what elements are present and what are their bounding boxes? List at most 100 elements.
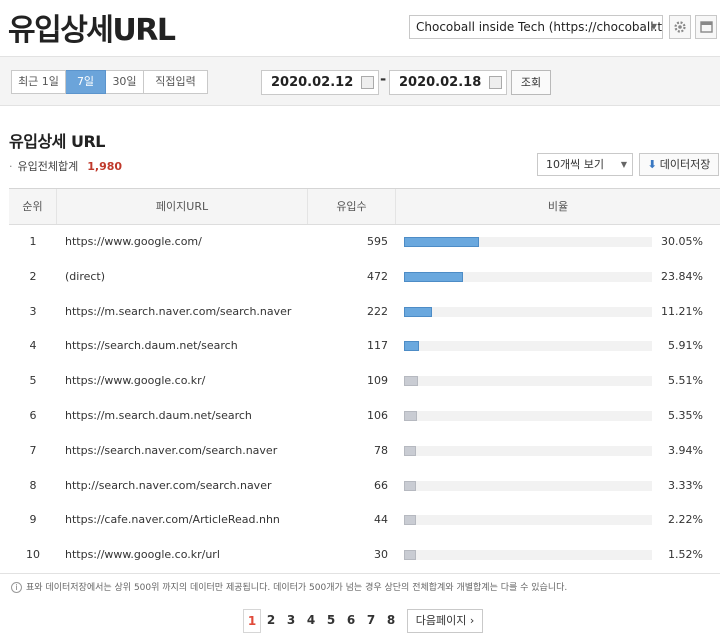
inflow-table: 순위 페이지URL 유입수 비율 1 https://www.google.com…: [9, 188, 720, 573]
ratio-cell: 11.21%: [396, 295, 720, 330]
ratio-bar-track: [404, 306, 652, 317]
chevron-down-icon: ▼: [650, 22, 657, 31]
ratio-value: 11.21%: [661, 304, 703, 318]
table-row: 3 https://m.search.naver.com/search.naver…: [9, 295, 720, 330]
ratio-bar: [404, 480, 416, 491]
url-cell: https://m.search.daum.net/search: [65, 408, 252, 422]
total-value: 1,980: [87, 160, 123, 173]
url-cell: (direct): [65, 269, 106, 283]
rank-cell: 2: [29, 269, 37, 283]
gear-icon: [674, 21, 686, 33]
count-cell: 117: [367, 339, 388, 353]
ratio-bar: [404, 445, 416, 456]
window-icon: [699, 21, 713, 33]
tab-custom[interactable]: 직접입력: [144, 70, 208, 94]
page-number-8[interactable]: 8: [381, 609, 401, 633]
page-number-5[interactable]: 5: [321, 609, 341, 633]
rank-cell: 10: [26, 548, 40, 562]
column-header-count: 유입수: [308, 189, 396, 224]
ratio-bar: [404, 271, 464, 282]
calendar-icon[interactable]: [489, 76, 502, 89]
end-date-field[interactable]: 2020.02.18: [389, 70, 507, 95]
info-icon: i: [11, 582, 22, 593]
notice-text: 표와 데이터저장에서는 상위 500위 까지의 데이터만 제공됩니다. 데이터가…: [26, 583, 568, 593]
page-number-3[interactable]: 3: [281, 609, 301, 633]
download-label: 데이터저장: [659, 158, 711, 171]
total-label: 유입전체합계: [17, 160, 79, 173]
ratio-cell: 1.52%: [396, 538, 720, 573]
page-number-4[interactable]: 4: [301, 609, 321, 633]
url-cell: https://www.google.com/: [65, 235, 202, 248]
tab-1day[interactable]: 최근 1일: [11, 70, 66, 94]
site-select[interactable]: Chocoball inside Tech (https://chocoball…: [409, 15, 663, 39]
ratio-value: 5.35%: [668, 408, 703, 422]
ratio-bar-track: [404, 515, 652, 526]
ratio-bar: [404, 306, 432, 317]
column-header-ratio: 비율: [547, 200, 569, 213]
rank-cell: 6: [29, 408, 37, 422]
ratio-value: 3.94%: [668, 443, 703, 457]
tab-30days[interactable]: 30일: [106, 70, 144, 94]
url-cell: https://www.google.co.kr/url: [65, 548, 220, 562]
calendar-icon[interactable]: [361, 76, 374, 89]
table-row: 2 (direct) 472 23.84%: [9, 260, 720, 295]
download-button[interactable]: ⬇ 데이터저장: [639, 153, 719, 176]
ratio-bar-track: [404, 271, 652, 282]
rank-cell: 5: [29, 374, 37, 388]
count-cell: 44: [374, 513, 388, 527]
count-cell: 66: [374, 478, 388, 492]
count-cell: 106: [367, 408, 388, 422]
count-cell: 222: [367, 304, 388, 318]
ratio-cell: 23.84%: [396, 260, 720, 295]
count-cell: 30: [374, 548, 388, 562]
ratio-bar-track: [404, 550, 652, 561]
rank-cell: 4: [29, 339, 37, 353]
table-body: 1 https://www.google.com/595 30.05% 2 (direc…: [9, 225, 720, 573]
next-page-button[interactable]: 다음페이지 ›: [407, 609, 483, 633]
rank-cell: 7: [29, 443, 37, 457]
table-row: 5 https://www.google.co.kr/109 5.51%: [9, 364, 720, 399]
header: 유입상세URL Chocoball inside Tech (https://c…: [0, 0, 720, 56]
per-page-label: 10개씩 보기: [546, 158, 604, 171]
ratio-bar: [404, 376, 418, 387]
url-cell: https://search.naver.com/search.naver: [65, 443, 278, 457]
ratio-value: 1.52%: [668, 548, 703, 562]
rank-cell: 3: [29, 304, 37, 318]
notice: i 표와 데이터저장에서는 상위 500위 까지의 데이터만 제공됩니다. 데이터…: [0, 573, 720, 601]
table-row: 8 http://search.naver.com/search.naver 66 3…: [9, 469, 720, 504]
table-row: 10 https://www.google.co.kr/url 30 1.52%: [9, 538, 720, 573]
query-button[interactable]: 조회: [511, 70, 551, 95]
start-date-field[interactable]: 2020.02.12: [261, 70, 379, 95]
url-cell: https://www.google.co.kr/: [65, 374, 206, 388]
per-page-select[interactable]: 10개씩 보기 ▼: [537, 153, 633, 176]
rank-cell: 9: [29, 513, 37, 527]
rank-cell: 8: [29, 478, 37, 492]
url-cell: https://search.daum.net/search: [65, 339, 238, 353]
ratio-value: 2.22%: [668, 513, 703, 527]
ratio-cell: 5.51%: [396, 364, 720, 399]
ratio-bar-track: [404, 376, 652, 387]
rank-cell: 1: [29, 235, 37, 248]
tab-7days[interactable]: 7일: [66, 70, 106, 94]
ratio-bar: [404, 550, 416, 561]
column-header-url: 페이지URL: [57, 189, 308, 224]
page-number-7[interactable]: 7: [361, 609, 381, 633]
ratio-cell: 5.35%: [396, 399, 720, 434]
end-date-value: 2020.02.18: [399, 75, 482, 90]
page-number-6[interactable]: 6: [341, 609, 361, 633]
table-row: 6 https://m.search.daum.net/search 106 5.35…: [9, 399, 720, 434]
page-number-1[interactable]: 1: [243, 609, 261, 633]
url-cell: http://search.naver.com/search.naver: [65, 478, 272, 492]
ratio-bar-track: [404, 480, 652, 491]
url-cell: https://m.search.naver.com/search.naver: [65, 304, 292, 318]
window-button[interactable]: [695, 15, 717, 39]
count-cell: 472: [367, 269, 388, 283]
column-header-rank: 순위: [9, 189, 57, 224]
ratio-value: 5.91%: [668, 339, 703, 353]
page-number-2[interactable]: 2: [261, 609, 281, 633]
table-row: 9 https://cafe.naver.com/ArticleRead.nhn 4…: [9, 503, 720, 538]
settings-button[interactable]: [669, 15, 691, 39]
table-row: 7 https://search.naver.com/search.naver 78…: [9, 434, 720, 469]
ratio-cell: 2.22%: [396, 503, 720, 538]
table-row: 1 https://www.google.com/595 30.05%: [9, 225, 720, 260]
